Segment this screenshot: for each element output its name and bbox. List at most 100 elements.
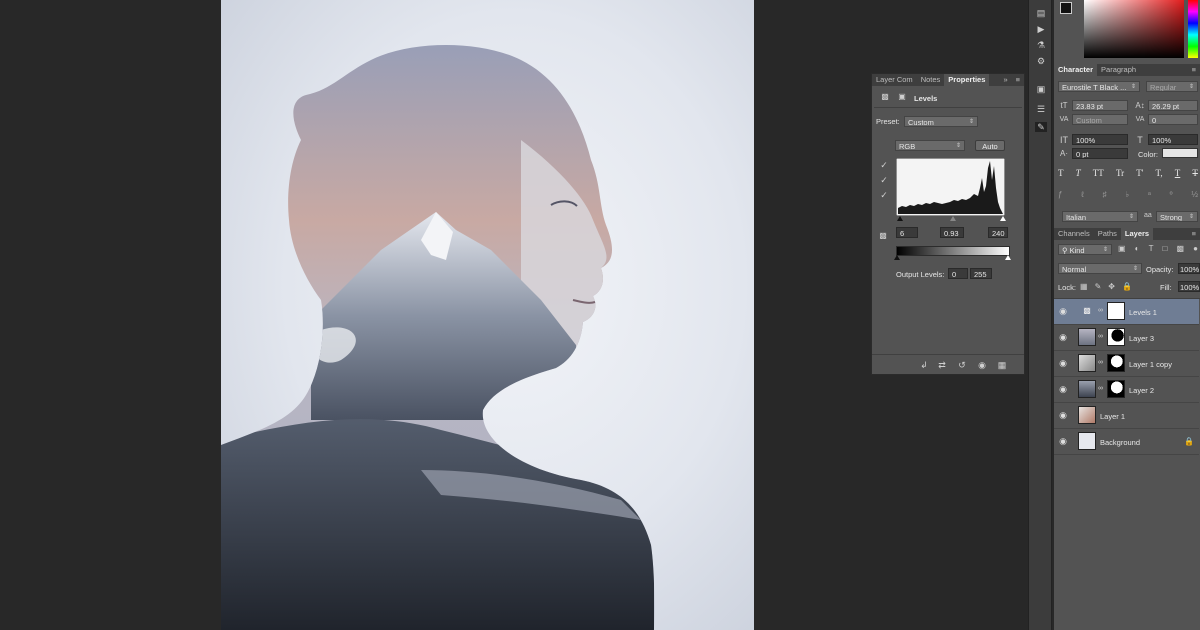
fill-field[interactable]: 100% — [1178, 281, 1200, 292]
tab-character[interactable]: Character — [1054, 64, 1098, 76]
clip-to-layer-icon[interactable]: ↲ — [918, 360, 930, 370]
layer-mask-icon[interactable]: ▣ — [896, 92, 908, 102]
foreground-swatch[interactable] — [1060, 2, 1072, 14]
layer-mask-thumbnail[interactable] — [1107, 354, 1125, 372]
small-caps-button[interactable]: Tr — [1116, 168, 1124, 180]
panel-menu-icon[interactable]: ≡ — [1188, 64, 1200, 76]
input-gamma-field[interactable]: 0.93 — [940, 227, 964, 238]
leading-field[interactable]: 26.29 pt — [1148, 100, 1198, 111]
paragraph-styles-icon[interactable]: ☰ — [1035, 104, 1047, 114]
gray-eyedropper-icon[interactable]: ✓ — [879, 175, 889, 185]
black-eyedropper-icon[interactable]: ✓ — [879, 160, 889, 170]
lock-image-icon[interactable]: ✎ — [1095, 282, 1102, 292]
tab-channels[interactable]: Channels — [1054, 228, 1094, 240]
tab-properties[interactable]: Properties — [944, 74, 990, 86]
faux-italic-button[interactable]: T — [1076, 168, 1081, 180]
info-icon[interactable]: ▣ — [1035, 84, 1047, 94]
tracking-field[interactable]: 0 — [1148, 114, 1198, 125]
input-black-field[interactable]: 6 — [896, 227, 918, 238]
tab-paths[interactable]: Paths — [1094, 228, 1121, 240]
layer-row[interactable]: ◉ ∞ Layer 3 — [1054, 325, 1199, 351]
font-family-select[interactable]: Eurostile T Black ... ⇕ — [1058, 81, 1140, 92]
fractions-icon[interactable]: ½ — [1191, 190, 1198, 200]
visibility-eye-icon[interactable]: ◉ — [1058, 436, 1068, 446]
visibility-eye-icon[interactable]: ◉ — [1058, 384, 1068, 394]
type-filter-icon[interactable]: T — [1149, 244, 1154, 254]
preset-select[interactable]: Custom ⇕ — [904, 116, 978, 127]
white-eyedropper-icon[interactable]: ✓ — [879, 190, 889, 200]
layer-row[interactable]: ◉ ▩ ∞ Levels 1 — [1054, 299, 1199, 325]
auto-button[interactable]: Auto — [975, 140, 1005, 151]
pixel-filter-icon[interactable]: ▣ — [1118, 244, 1126, 254]
input-white-field[interactable]: 240 — [988, 227, 1008, 238]
lock-position-icon[interactable]: ✥ — [1108, 282, 1115, 292]
titling-icon[interactable]: ♭ — [1125, 190, 1129, 200]
horizontal-scale-field[interactable]: 100% — [1148, 134, 1198, 145]
antialias-select[interactable]: Strong ⇕ — [1156, 211, 1198, 222]
panel-menu-icon[interactable]: ≡ — [1012, 74, 1024, 86]
layer-filter-select[interactable]: ⚲ Kind ⇕ — [1058, 244, 1112, 255]
hue-slider[interactable] — [1188, 0, 1198, 58]
layer-mask-thumbnail[interactable] — [1107, 380, 1125, 398]
subscript-button[interactable]: T, — [1156, 168, 1163, 180]
language-select[interactable]: Italian ⇕ — [1062, 211, 1138, 222]
text-color-swatch[interactable] — [1162, 148, 1198, 158]
strikethrough-button[interactable]: T — [1192, 168, 1198, 180]
superscript-button[interactable]: T' — [1136, 168, 1143, 180]
character-icon[interactable]: ✎ — [1035, 122, 1047, 132]
ligature-icon[interactable]: ƒ — [1058, 190, 1062, 200]
visibility-eye-icon[interactable]: ◉ — [1058, 358, 1068, 368]
input-white-slider[interactable] — [1000, 216, 1006, 221]
trash-icon[interactable]: ▦ — [996, 360, 1008, 370]
reset-icon[interactable]: ↺ — [956, 360, 968, 370]
link-chain-icon[interactable]: ∞ — [1098, 333, 1103, 340]
output-white-field[interactable]: 255 — [970, 268, 992, 279]
output-white-slider[interactable] — [1005, 255, 1011, 260]
link-chain-icon[interactable]: ∞ — [1098, 385, 1103, 392]
visibility-eye-icon[interactable]: ◉ — [976, 360, 988, 370]
tab-layer-comps[interactable]: Layer Com — [872, 74, 917, 86]
visibility-eye-icon[interactable]: ◉ — [1058, 332, 1068, 342]
smart-filter-icon[interactable]: ▩ — [1176, 244, 1184, 254]
visibility-eye-icon[interactable]: ◉ — [1058, 410, 1068, 420]
history-icon[interactable]: ▤ — [1035, 8, 1047, 18]
layer-mask-thumbnail[interactable] — [1107, 328, 1125, 346]
baseline-shift-field[interactable]: 0 pt — [1072, 148, 1128, 159]
play-actions-icon[interactable]: ▶ — [1035, 24, 1047, 34]
input-black-slider[interactable] — [897, 216, 903, 221]
lock-all-icon[interactable]: 🔒 — [1122, 282, 1132, 292]
layer-row[interactable]: ◉ Background 🔒 — [1054, 429, 1199, 455]
tab-notes[interactable]: Notes — [917, 74, 945, 86]
kerning-field[interactable]: Custom — [1072, 114, 1128, 125]
underline-button[interactable]: T — [1175, 168, 1181, 180]
layer-row[interactable]: ◉ ∞ Layer 1 copy — [1054, 351, 1199, 377]
output-black-field[interactable]: 0 — [948, 268, 968, 279]
layer-row[interactable]: ◉ Layer 1 — [1054, 403, 1199, 429]
tab-paragraph[interactable]: Paragraph — [1097, 64, 1140, 76]
panel-menu-icon[interactable]: ≡ — [1188, 228, 1200, 240]
link-chain-icon[interactable]: ∞ — [1098, 359, 1103, 366]
blend-mode-select[interactable]: Normal ⇕ — [1058, 263, 1142, 274]
all-caps-button[interactable]: TT — [1093, 168, 1104, 180]
tab-layers[interactable]: Layers — [1120, 228, 1154, 240]
alternates-icon[interactable]: ♯ — [1103, 190, 1107, 200]
layer-row[interactable]: ◉ ∞ Layer 2 — [1054, 377, 1199, 403]
shape-filter-icon[interactable]: □ — [1163, 244, 1168, 254]
adjustment-filter-icon[interactable]: ◐ — [1135, 244, 1140, 254]
opacity-field[interactable]: 100% — [1178, 263, 1200, 274]
ordinals-2-icon[interactable]: º — [1170, 190, 1173, 200]
output-black-slider[interactable] — [894, 255, 900, 260]
color-picker[interactable] — [1084, 0, 1184, 58]
view-previous-icon[interactable]: ⇄ — [936, 360, 948, 370]
link-chain-icon[interactable]: ∞ — [1098, 307, 1103, 314]
faux-bold-button[interactable]: T — [1058, 168, 1064, 180]
font-style-select[interactable]: Regular ⇕ — [1146, 81, 1198, 92]
document-canvas[interactable] — [221, 0, 754, 630]
panel-collapse-icon[interactable]: » — [999, 74, 1011, 86]
levels-calc-icon[interactable]: ▩ — [876, 231, 890, 241]
filter-toggle-icon[interactable]: ● — [1193, 244, 1198, 254]
vertical-scale-field[interactable]: 100% — [1072, 134, 1128, 145]
visibility-eye-icon[interactable]: ◉ — [1058, 306, 1068, 316]
font-size-field[interactable]: 23.83 pt — [1072, 100, 1128, 111]
brush-preset-icon[interactable]: ⚗ — [1035, 40, 1047, 50]
